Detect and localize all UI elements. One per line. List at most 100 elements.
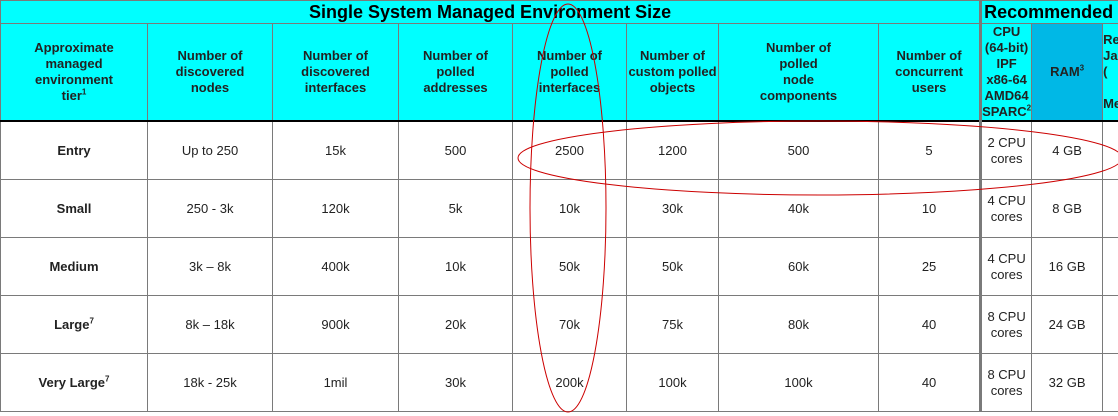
header-line: Number of [896, 48, 962, 63]
table-row: Very Large7 18k - 25k 1mil 30k 200k 100k 100k 4… [0, 353, 1118, 412]
header-line: polled [550, 64, 589, 79]
cell-interfaces: 1mil [272, 353, 399, 412]
cell-tier: Entry [0, 120, 148, 180]
cell-addresses: 20k [398, 295, 513, 354]
header-line: addresses [423, 80, 488, 95]
table-row: Small 250 - 3k 120k 5k 10k 30k 40k 10 4 CPU cores… [0, 179, 1118, 238]
cpu-line: cores [990, 324, 1023, 340]
cell-components: 100k [718, 353, 879, 412]
header-line: CPU [992, 24, 1021, 39]
column-header-row: Approximate managed environment tier1 Number… [0, 23, 1118, 122]
tier-label: Medium [49, 259, 99, 274]
header-line: SPARC2 [982, 103, 1032, 119]
cell-addresses: 5k [398, 179, 513, 238]
cell-custom: 1200 [626, 120, 719, 180]
cpu-line: 8 CPU [987, 366, 1026, 382]
table-body: Entry Up to 250 15k 500 2500 1200 500 5 2 CPU cor… [0, 120, 1118, 412]
header-polled-addresses: Number of polled addresses [398, 23, 513, 122]
cell-polled-interfaces: 50k [512, 237, 627, 296]
cell-nodes: 250 - 3k [147, 179, 273, 238]
header-line: interfaces [538, 80, 601, 95]
header-line: RAM3 [1050, 63, 1085, 79]
banner-recommended: Recommended [979, 0, 1118, 24]
header-line: components [759, 88, 838, 103]
tier-label: Large [54, 317, 90, 332]
cpu-line: cores [990, 382, 1023, 398]
header-discovered-interfaces: Number of discovered interfaces [272, 23, 399, 122]
cell-interfaces: 900k [272, 295, 399, 354]
header-line: Number of [303, 48, 368, 63]
header-line [1103, 80, 1118, 96]
cell-cpu: 4 CPU cores [979, 179, 1033, 238]
cell-custom: 30k [626, 179, 719, 238]
header-line: tier1 [61, 87, 87, 103]
cell-ram: 24 GB [1031, 295, 1104, 354]
header-discovered-nodes: Number of discovered nodes [147, 23, 273, 122]
cell-interfaces: 120k [272, 179, 399, 238]
cell-users: 25 [877, 237, 982, 296]
header-line: objects [649, 80, 696, 95]
header-line: IPF [996, 56, 1017, 71]
cpu-line: 8 CPU [987, 308, 1026, 324]
cell-components: 80k [718, 295, 879, 354]
header-line: x86-64 [986, 72, 1027, 87]
cell-components: 60k [718, 237, 879, 296]
cell-tier: Very Large7 [0, 353, 148, 412]
cell-addresses: 10k [398, 237, 513, 296]
cell-nodes: 18k - 25k [147, 353, 273, 412]
header-line: Number of [177, 48, 243, 63]
banner-title: Single System Managed Environment Size [0, 0, 982, 24]
cell-cut-off [1102, 179, 1118, 238]
cell-components: 500 [718, 120, 879, 180]
cell-nodes: Up to 250 [147, 120, 273, 180]
cpu-line: 4 CPU [987, 250, 1026, 266]
table-row: Medium 3k – 8k 400k 10k 50k 50k 60k 25 4 CPU core… [0, 237, 1118, 296]
cell-custom: 100k [626, 353, 719, 412]
header-line: environment [34, 72, 113, 87]
cell-tier: Small [0, 179, 148, 238]
cell-cpu: 8 CPU cores [979, 295, 1033, 354]
header-line: Number of [423, 48, 488, 63]
footnote-marker: 3 [1079, 63, 1085, 73]
header-line: Number of [640, 48, 705, 63]
header-line: Number of [766, 40, 831, 55]
header-cpu: CPU (64-bit) IPF x86-64 AMD64 SPARC2 [979, 23, 1033, 122]
header-concurrent-users: Number of concurrent users [877, 23, 982, 122]
cell-custom: 75k [626, 295, 719, 354]
cell-polled-interfaces: 10k [512, 179, 627, 238]
table-row: Large7 8k – 18k 900k 20k 70k 75k 80k 40 8 CPU cor… [0, 295, 1118, 354]
cell-ram: 32 GB [1031, 353, 1104, 412]
footnote-marker: 2 [1026, 103, 1032, 113]
cell-ram: 4 GB [1031, 120, 1104, 180]
cell-interfaces: 15k [272, 120, 399, 180]
header-polled-interfaces: Number of polled interfaces [512, 23, 627, 122]
cell-cut-off [1102, 237, 1118, 296]
header-line: (64-bit) [984, 40, 1029, 55]
cell-ram: 8 GB [1031, 179, 1104, 238]
header-polled-node-components: Number of polled node components [718, 23, 879, 122]
footnote-marker: 1 [81, 87, 87, 97]
cell-tier: Medium [0, 237, 148, 296]
table-row: Entry Up to 250 15k 500 2500 1200 500 5 2 CPU cor… [0, 120, 1118, 180]
cell-nodes: 8k – 18k [147, 295, 273, 354]
header-tier: Approximate managed environment tier1 [0, 23, 148, 122]
environment-size-table: Single System Managed Environment Size R… [0, 0, 1118, 412]
cell-cpu: 8 CPU cores [979, 353, 1033, 412]
cell-addresses: 30k [398, 353, 513, 412]
header-line: AMD64 [984, 88, 1029, 103]
cell-custom: 50k [626, 237, 719, 296]
tier-label: Small [56, 201, 92, 216]
header-custom-polled-objects: Number of custom polled objects [626, 23, 719, 122]
header-line: users [911, 80, 947, 95]
header-line: discovered [175, 64, 245, 79]
cell-cpu: 2 CPU cores [979, 120, 1033, 180]
header-line: Ja [1103, 48, 1118, 63]
footnote-marker: 7 [105, 374, 110, 384]
cell-users: 10 [877, 179, 982, 238]
header-cut-off: Re Ja( Me [1102, 23, 1118, 122]
cpu-line: cores [990, 266, 1023, 282]
header-line: ( [1103, 64, 1108, 79]
cell-components: 40k [718, 179, 879, 238]
cell-users: 40 [877, 353, 982, 412]
header-ram: RAM3 [1031, 23, 1104, 122]
